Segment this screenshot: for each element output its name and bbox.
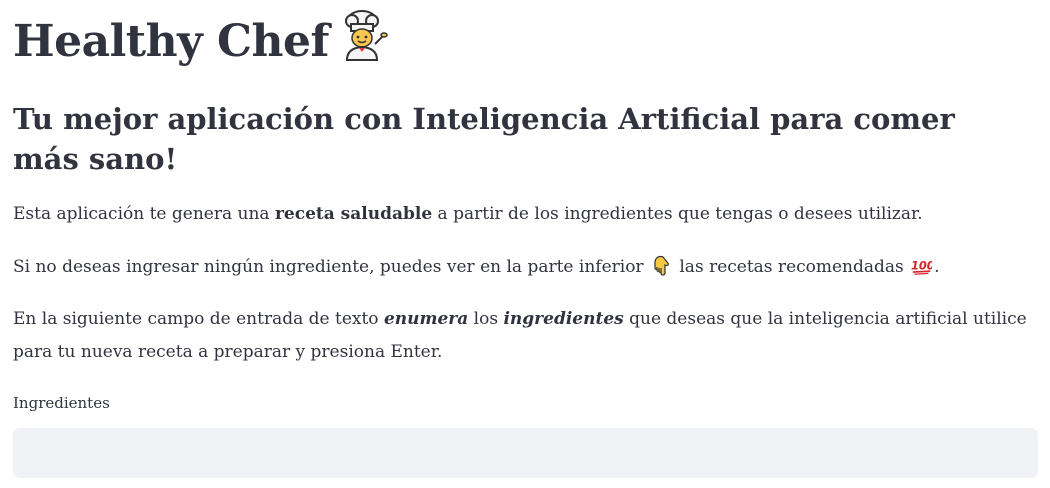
ingredients-input[interactable] [13,428,1038,478]
chef-emoji-icon [344,10,388,61]
svg-text:100: 100 [911,258,932,272]
paragraph2-post: . [934,257,940,277]
paragraph1-pre: Esta aplicación te genera una [13,204,275,224]
recommendations-paragraph: Si no deseas ingresar ningún ingrediente… [13,251,1038,284]
pointing-down-hand-icon [654,255,669,276]
paragraph3-pre: En la siguiente campo de entrada de text… [13,309,384,329]
paragraph2-pre: Si no deseas ingresar ningún ingrediente… [13,257,649,277]
paragraph2-mid: las recetas recomendadas [673,257,910,277]
hundred-points-icon: 100 [911,258,932,275]
paragraph1-bold: receta saludable [274,204,433,224]
paragraph3-mid: los [468,309,504,329]
instructions-paragraph: En la siguiente campo de entrada de text… [13,303,1038,369]
page-title-text: Healthy Chef [13,16,329,67]
ingredients-label: Ingredientes [13,394,110,412]
paragraph1-post: a partir de los ingredientes que tengas … [432,204,923,224]
page-subtitle: Tu mejor aplicación con Inteligencia Art… [13,102,955,176]
paragraph3-italic1: enumera [383,309,469,329]
paragraph3-italic2: ingredientes [503,309,624,329]
description-paragraph: Esta aplicación te genera una receta sal… [13,198,1038,231]
page-title: Healthy Chef [13,8,389,72]
